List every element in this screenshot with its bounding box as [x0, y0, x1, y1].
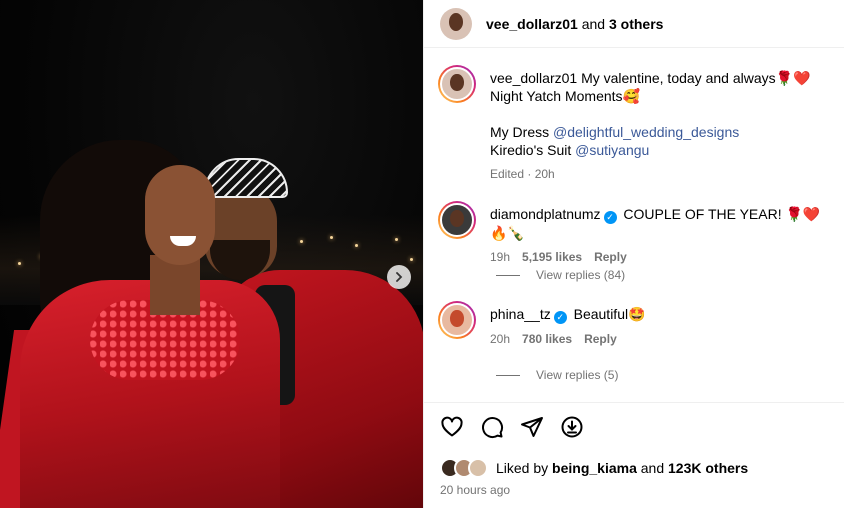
commenter-avatar[interactable] [438, 201, 476, 239]
city-light [355, 244, 358, 247]
reply-button[interactable]: Reply [584, 332, 617, 346]
comment-item: phina__tz ✓ Beautiful🤩 20h 780 likes Repl… [438, 301, 830, 346]
caption: vee_dollarz01 My valentine, today and al… [438, 65, 830, 181]
comment-likes[interactable]: 780 likes [522, 332, 572, 346]
comment-icon[interactable] [480, 415, 504, 439]
caption-line1: My valentine, today and always🌹❤️ [581, 70, 811, 86]
city-light [18, 262, 21, 265]
like-heart-icon[interactable] [440, 415, 464, 439]
comment-item: diamondplatnumz ✓ COUPLE OF THE YEAR! 🌹❤️… [438, 201, 830, 264]
reply-button[interactable]: Reply [594, 250, 627, 264]
post-actions: Liked by being_kiama and 123K others 20 … [424, 402, 844, 508]
verified-badge-icon: ✓ [553, 311, 567, 324]
edited-timestamp: Edited · 20h [490, 167, 555, 181]
comment-likes[interactable]: 5,195 likes [522, 250, 582, 264]
view-replies-label: View replies (84) [536, 268, 626, 282]
author-avatar[interactable] [440, 7, 472, 40]
and-text: and [581, 15, 606, 32]
city-light [410, 258, 413, 261]
comment-time: 20h [490, 332, 511, 346]
collaborators-link[interactable]: 3 others [609, 16, 663, 32]
comments-section[interactable]: vee_dollarz01 My valentine, today and al… [424, 49, 844, 401]
chevron-right-icon [396, 272, 403, 282]
share-icon[interactable] [520, 415, 544, 439]
liker-username[interactable]: being_kiama [552, 460, 637, 476]
post-header: vee_dollarz01 and 3 others [424, 0, 844, 48]
suit-label: Kiredio's Suit [490, 142, 572, 158]
commenter-username[interactable]: diamondplatnumz [490, 206, 601, 222]
likes-text: Liked by being_kiama and 123K others [496, 460, 749, 476]
post-side-panel: vee_dollarz01 and 3 others vee_dollarz01… [423, 0, 844, 508]
liker-avatar [468, 458, 488, 478]
city-light [330, 236, 333, 239]
commenter-username[interactable]: phina__tz [490, 306, 551, 322]
comment-text: Beautiful🤩 [573, 306, 646, 322]
caption-username[interactable]: vee_dollarz01 [490, 70, 577, 86]
post-photo[interactable] [0, 0, 423, 508]
post-authors[interactable]: vee_dollarz01 and 3 others [486, 16, 663, 32]
post-timestamp: 20 hours ago [440, 483, 511, 497]
city-light [300, 240, 303, 243]
caption-avatar[interactable] [438, 65, 476, 103]
likes-summary[interactable]: Liked by being_kiama and 123K others [440, 458, 748, 478]
city-light [395, 238, 398, 241]
suit-designer-tag[interactable]: @sutiyangu [575, 142, 649, 158]
likes-count[interactable]: 123K others [668, 460, 748, 476]
caption-line2: Night Yatch Moments🥰 [490, 88, 640, 104]
dress-label: My Dress [490, 124, 550, 140]
save-icon[interactable] [560, 415, 584, 439]
comment-time: 19h [490, 250, 511, 264]
author-username[interactable]: vee_dollarz01 [486, 16, 578, 32]
view-replies-button[interactable]: View replies (84) [496, 268, 625, 282]
next-photo-button[interactable] [387, 265, 411, 289]
view-replies-label: View replies (5) [536, 368, 619, 382]
dress-designer-tag[interactable]: @delightful_wedding_designs [553, 124, 739, 140]
view-replies-button[interactable]: View replies (5) [496, 368, 618, 382]
commenter-avatar[interactable] [438, 301, 476, 339]
man-cap [204, 158, 288, 198]
woman-face [145, 165, 215, 265]
verified-badge-icon: ✓ [603, 211, 617, 224]
